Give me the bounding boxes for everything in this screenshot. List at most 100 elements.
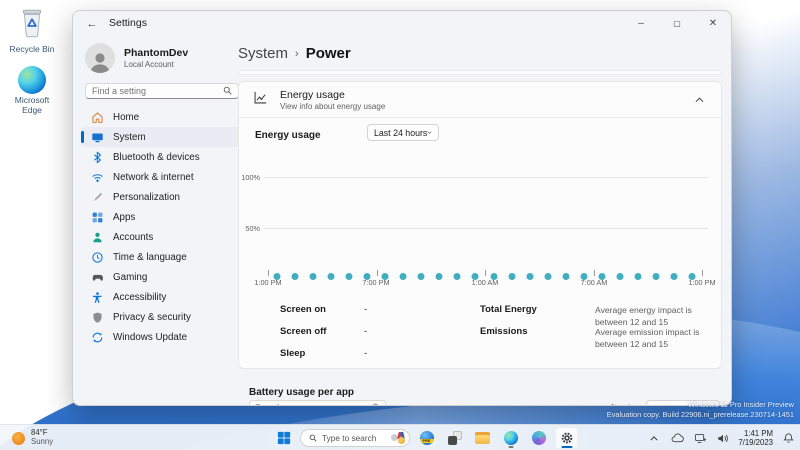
taskbar-search-placeholder: Type to search [322,433,377,443]
sidebar-item-label: Personalization [113,191,180,203]
taskbar-insider-pre-app[interactable]: PRE [415,427,438,449]
main-content: System › Power Energy usage View info ab… [238,37,722,405]
display-cast-icon[interactable] [692,430,708,446]
search-icon [372,398,380,405]
sidebar-item-gaming[interactable]: Gaming [81,267,243,287]
battery-search-input[interactable] [255,402,372,405]
minimize-button[interactable]: – [623,11,659,35]
stat-sleep-value: - [364,348,368,359]
time-range-value: Last 24 hours [374,127,428,138]
close-button[interactable]: ✕ [695,11,731,35]
taskbar-task-view[interactable] [443,427,466,449]
taskbar-file-explorer[interactable] [471,427,494,449]
windows-logo-icon [277,431,290,445]
energy-dot [453,273,461,280]
tray-time: 1:41 PM [743,428,773,438]
search-highlight-medal-icon [391,431,405,445]
sidebar-item-label: Accounts [113,231,154,243]
taskbar-copilot[interactable] [527,427,550,449]
time-range-dropdown[interactable]: Last 24 hours [367,124,439,141]
titlebar[interactable]: ← Settings – ▢ ✕ [73,11,731,37]
energy-dot [562,273,570,280]
energy-dot [399,273,407,280]
card-subtitle: View info about energy usage [280,101,386,111]
accessibility-icon [92,291,102,303]
gridline-100 [264,177,708,178]
settings-window: ← Settings – ▢ ✕ PhantomDev Local Accoun… [72,10,732,406]
x-axis-label: 1:00 PM [254,278,282,287]
breadcrumb-system[interactable]: System [238,45,288,62]
sidebar: PhantomDev Local Account Home System [73,37,251,405]
weather-widget[interactable]: 84°F Sunny [6,427,59,449]
desktop-icon-recycle-bin[interactable]: Recycle Bin [3,8,61,55]
desktop-icon-microsoft-edge[interactable]: Microsoft Edge [3,66,61,116]
sun-icon [12,431,25,445]
settings-search-box[interactable] [85,83,239,99]
sidebar-item-label: Gaming [113,271,148,283]
sidebar-item-home[interactable]: Home [81,107,243,127]
clock-icon [92,251,103,263]
file-explorer-icon [475,432,490,444]
sidebar-item-privacy-security[interactable]: Privacy & security [81,307,243,327]
copilot-icon [531,431,546,445]
user-name: PhantomDev [124,47,189,59]
gear-icon [561,432,572,444]
energy-dot [417,273,425,280]
sidebar-item-label: Apps [113,211,136,223]
stat-screen-off-value: - [364,326,368,337]
stat-screen-on-value: - [364,304,368,315]
sidebar-item-windows-update[interactable]: Windows Update [81,327,243,347]
apps-icon [92,212,103,222]
desktop-icon-label: Recycle Bin [9,44,55,54]
sidebar-item-bluetooth-devices[interactable]: Bluetooth & devices [81,147,243,167]
stat-total-energy-label: Total Energy [480,304,537,315]
taskbar-clock[interactable]: 1:41 PM 7/19/2023 [738,429,773,448]
watermark-line2: Evaluation copy. Build 22906.ni_prerelea… [606,410,794,420]
x-axis-label: 1:00 PM [688,278,716,287]
search-icon [223,82,232,100]
tray-chevron-up-icon[interactable] [646,430,662,446]
sidebar-item-accounts[interactable]: Accounts [81,227,243,247]
taskbar-search[interactable]: Type to search [300,429,410,447]
y-axis-label-50: 50% [245,224,260,233]
sidebar-item-network-internet[interactable]: Network & internet [81,167,243,187]
account-profile[interactable]: PhantomDev Local Account [85,43,188,73]
x-axis-label: 7:00 AM [580,278,608,287]
notification-bell-icon[interactable] [780,430,796,446]
stat-screen-off-label: Screen off [280,326,327,337]
onedrive-cloud-icon[interactable] [669,430,685,446]
sidebar-item-label: Bluetooth & devices [113,151,200,163]
maximize-button[interactable]: ▢ [659,11,695,35]
taskbar-settings[interactable] [555,427,578,449]
energy-dot [616,273,624,280]
x-axis-label: 7:00 PM [362,278,390,287]
volume-icon[interactable] [715,430,731,446]
start-button[interactable] [272,427,295,449]
edge-icon [18,66,46,94]
running-indicator [508,445,513,448]
sidebar-item-apps[interactable]: Apps [81,207,243,227]
chevron-up-icon[interactable] [691,92,707,108]
battery-search-box[interactable] [249,398,386,405]
energy-dot [652,273,660,280]
system-icon [92,132,103,142]
home-icon [92,111,103,123]
recycle-bin-icon [19,8,45,43]
sidebar-item-system[interactable]: System [81,127,243,147]
card-title: Energy usage [280,88,345,101]
sidebar-item-personalization[interactable]: Personalization [81,187,243,207]
back-button[interactable]: ← [83,15,101,33]
page-title: Power [305,45,351,62]
energy-card-header[interactable]: Energy usage View info about energy usag… [239,82,721,118]
sidebar-item-label: System [113,131,146,143]
desktop: Recycle Bin Microsoft Edge ← Settings – … [0,0,800,450]
energy-dot [544,273,552,280]
sidebar-item-time-language[interactable]: Time & language [81,247,243,267]
settings-search-input[interactable] [92,86,223,96]
shield-icon [93,311,102,323]
gamepad-icon [92,274,103,281]
sidebar-item-accessibility[interactable]: Accessibility [81,287,243,307]
taskbar-edge[interactable] [499,427,522,449]
edge-icon [503,431,518,445]
energy-dot [508,273,516,280]
